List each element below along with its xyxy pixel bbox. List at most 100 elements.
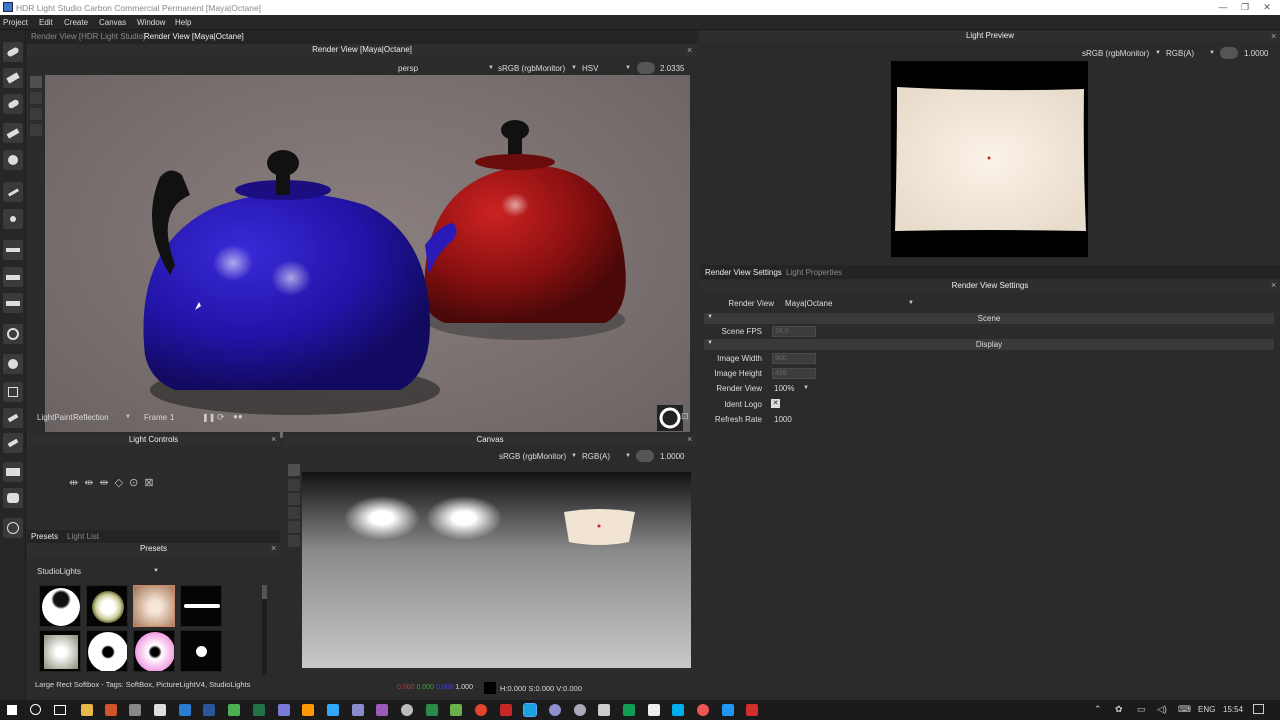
ident-logo-checkbox[interactable]: ✕ [771,399,780,408]
app-icon-blue[interactable] [179,704,191,716]
image-height-field[interactable]: 499 [772,368,816,379]
paint-cursor-tool-icon[interactable] [30,76,42,88]
settings-close-icon[interactable]: × [1271,280,1276,290]
clock[interactable]: 15:54 [1223,705,1243,714]
app-icon-c[interactable] [426,704,438,716]
preview-exposure-icon[interactable] [1220,47,1238,59]
sky-tool-icon[interactable] [3,267,23,287]
tab-light-properties[interactable]: Light Properties [786,268,842,277]
preset-thumb-large-rect-softbox[interactable] [133,585,175,627]
refresh-rate-field[interactable]: 1000 [774,415,792,424]
refresh-icon[interactable]: ⟳ [217,412,225,423]
canvas-zoom-tool-icon[interactable] [288,507,300,519]
app-icon-gray[interactable] [129,704,141,716]
tray-chevron-up-icon[interactable]: ⌃ [1094,704,1102,715]
notifications-icon[interactable] [1253,704,1264,714]
app-icon-s[interactable] [623,704,635,716]
preset-thumb-beauty-dish[interactable] [133,630,175,672]
collapse-arrow-icon[interactable]: ▼ [707,314,713,320]
menu-help[interactable]: Help [175,18,191,27]
transform-controls-icon[interactable]: ⇹⇹⇹◇⊙⊠ [69,476,160,489]
camera-dropdown[interactable]: persp [398,64,418,73]
light-preview-image[interactable] [891,61,1088,257]
skype-icon[interactable] [672,704,684,716]
ground-tool-icon[interactable] [3,293,23,313]
preview-colorspace-dropdown[interactable]: sRGB (rgbMonitor) [1082,49,1149,58]
tab-light-list[interactable]: Light List [67,532,99,541]
maya-icon[interactable] [523,703,537,717]
presets-close-icon[interactable]: × [271,543,276,553]
canvas-exposure-value[interactable]: 1.0000 [660,452,684,461]
app-icon-lavender[interactable] [352,704,364,716]
menu-canvas[interactable]: Canvas [99,18,126,27]
menu-project[interactable]: Project [3,18,28,27]
keyboard-icon[interactable]: ⌨ [1178,704,1191,715]
menu-create[interactable]: Create [64,18,88,27]
select-tool-icon[interactable] [30,92,42,104]
acrobat-icon[interactable] [746,704,758,716]
tab-render-view-settings[interactable]: Render View Settings [705,268,782,277]
word-icon[interactable] [203,704,215,716]
canvas-mode-dropdown[interactable]: RGB(A) [582,452,610,461]
region-tool-icon[interactable] [30,124,42,136]
app-icon-lime[interactable] [450,704,462,716]
rect-light-tool-icon[interactable] [3,68,23,88]
app-icon-pink[interactable] [697,704,709,716]
preset-thumb-bowl[interactable] [39,585,81,627]
tab-render-view-maya[interactable]: Render View [Maya|Octane] [144,32,244,41]
scene-section-header[interactable]: Scene [704,313,1274,324]
hdr-library-icon[interactable] [3,488,23,508]
app-icon-red[interactable] [500,704,512,716]
app-icon-globe[interactable] [574,704,586,716]
network-icon[interactable]: ▭ [1137,704,1146,715]
remove-light-icon[interactable] [3,354,23,374]
excel-icon[interactable] [253,704,265,716]
task-view-icon[interactable] [54,705,66,715]
frame-tool-icon[interactable] [3,382,23,402]
preset-thumb-spot[interactable] [180,630,222,672]
canvas-close-icon[interactable]: × [687,434,692,444]
scene-fps-field[interactable]: 24.0 [772,326,816,337]
sun-light-tool-icon[interactable] [3,209,23,229]
tab-presets[interactable]: Presets [31,532,58,541]
light-preview-close-icon[interactable]: × [1271,31,1276,41]
collapse-arrow-icon[interactable]: ▼ [707,340,713,346]
search-icon[interactable] [30,704,41,715]
app-icon-window[interactable] [598,704,610,716]
brush-tool-icon[interactable] [3,408,23,428]
canvas-grid-tool-icon[interactable] [288,464,300,476]
preview-mode-dropdown[interactable]: RGB(A) [1166,49,1194,58]
app-icon-lightblue[interactable] [722,704,734,716]
move-tool-icon[interactable] [30,108,42,120]
language-indicator[interactable]: ENG [1198,705,1215,714]
file-explorer-icon[interactable] [81,704,93,716]
menu-edit[interactable]: Edit [39,18,53,27]
render-view-dropdown[interactable]: Maya|Octane [785,299,832,308]
display-section-header[interactable]: Display [704,339,1274,350]
minimize-button[interactable]: — [1212,1,1234,14]
app-icon-orange[interactable] [105,704,117,716]
premiere-icon[interactable] [376,704,388,716]
menu-window[interactable]: Window [137,18,165,27]
flare-light-tool-icon[interactable] [3,150,23,170]
settings-gear-icon[interactable] [3,324,23,344]
mode-dropdown[interactable]: HSV [582,64,598,73]
exposure-value[interactable]: 2.0335 [660,64,684,73]
chrome-icon[interactable] [475,704,487,716]
canvas-pan-tool-icon[interactable] [288,493,300,505]
gradient-tool-icon[interactable] [3,240,23,260]
app-icon-purple[interactable] [278,704,290,716]
round-light-tool-icon[interactable] [3,94,23,114]
fit-view-icon[interactable]: ⊡ [681,411,689,422]
volume-icon[interactable]: ◁) [1157,704,1167,715]
canvas-hdr-image[interactable] [302,472,691,668]
app-icon-circle[interactable] [401,704,413,716]
preset-category-dropdown[interactable]: StudioLights [37,567,81,576]
preset-thumb-ring[interactable] [86,630,128,672]
frame-input[interactable]: 1 [170,413,174,422]
maximize-button[interactable]: ❐ [1234,1,1256,14]
app-icon-green[interactable] [228,704,240,716]
lightpaint-mode-dropdown[interactable]: Reflection [73,413,109,422]
presets-scrollbar[interactable] [262,585,267,675]
hdr-icon[interactable] [3,462,23,482]
